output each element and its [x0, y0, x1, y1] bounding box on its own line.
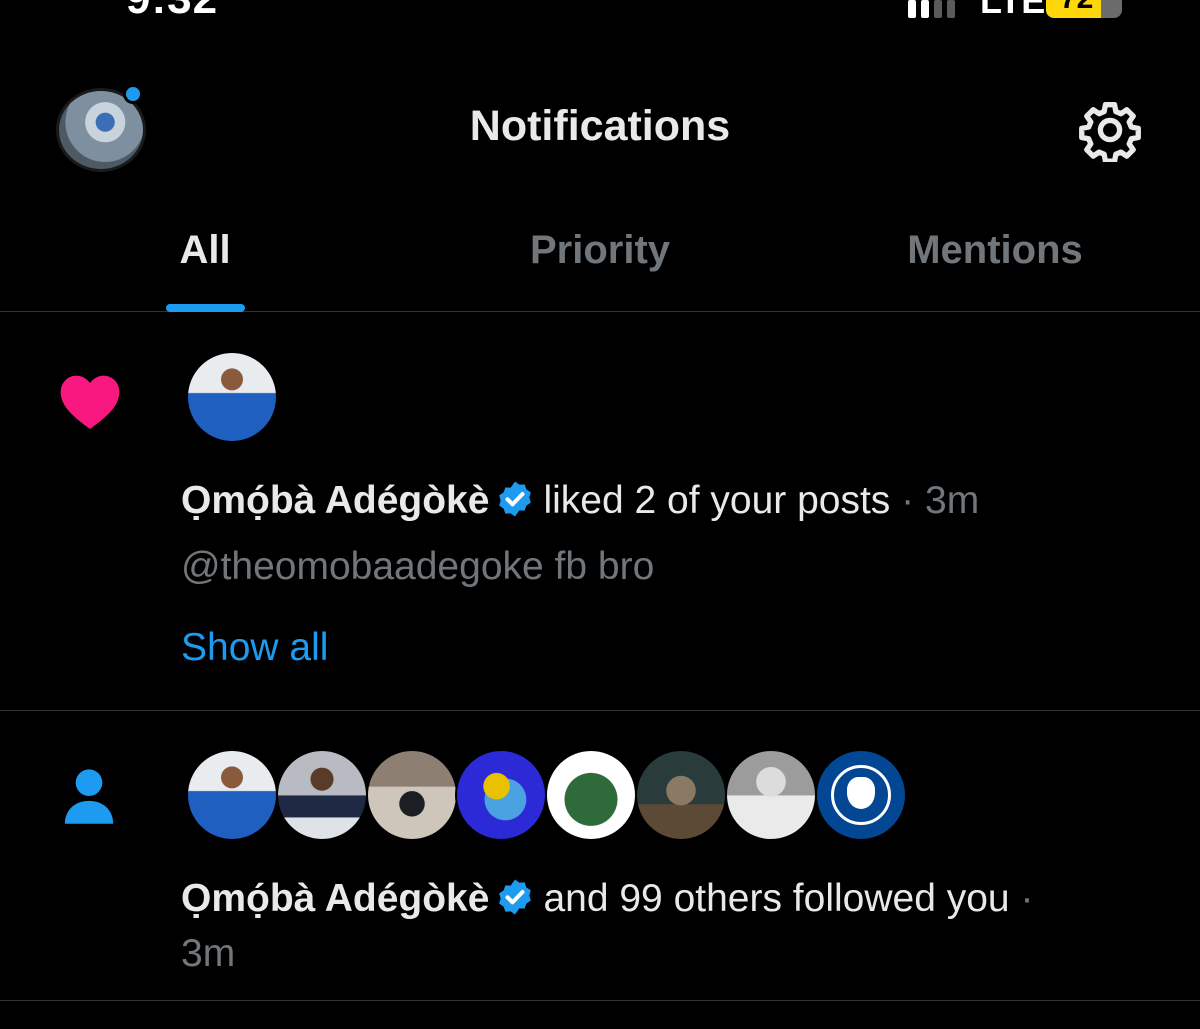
notification-action: liked 2 of your posts [543, 479, 891, 522]
avatar[interactable] [186, 351, 278, 443]
post-snippet: @theomobaadegoke fb bro [181, 545, 655, 588]
person-icon [64, 769, 114, 824]
timestamp: 3m [181, 932, 236, 975]
follower-avatar[interactable] [366, 749, 458, 841]
verified-badge-icon [499, 481, 532, 517]
separator: · [1020, 877, 1034, 920]
heart-icon [60, 375, 120, 429]
status-bar: 9:32 LTE 72 [0, 0, 1200, 28]
page-title: Notifications [469, 102, 731, 150]
timestamp: 3m [925, 479, 980, 522]
tab-priority[interactable]: Priority [480, 228, 720, 273]
follower-avatar[interactable] [455, 749, 547, 841]
follower-avatar[interactable] [725, 749, 817, 841]
network-label: LTE [980, 0, 1046, 21]
gear-icon[interactable] [1078, 98, 1142, 162]
tab-mentions[interactable]: Mentions [850, 228, 1140, 273]
follower-avatar[interactable] [186, 749, 278, 841]
battery-icon: 72 [1046, 0, 1122, 18]
follower-avatar[interactable] [545, 749, 637, 841]
verified-badge-icon [499, 879, 532, 915]
follower-avatar[interactable] [276, 749, 368, 841]
user-name[interactable]: Ọmọ́bà Adégòkè [181, 479, 489, 522]
show-all-link[interactable]: Show all [181, 626, 328, 670]
unread-dot [123, 84, 143, 104]
notification-text: Ọmọ́bà Adégòkè and 99 others followed you… [181, 877, 1033, 921]
tab-bar: All Priority Mentions [0, 212, 1200, 312]
lion-icon [847, 777, 875, 809]
signal-icon [908, 0, 955, 18]
header: Notifications [0, 80, 1200, 180]
follower-avatar[interactable] [815, 749, 907, 841]
notification-text: Ọmọ́bà Adégòkè liked 2 of your posts · 3m [181, 479, 979, 523]
status-time: 9:32 [126, 0, 218, 24]
notification-like[interactable]: Ọmọ́bà Adégòkè liked 2 of your posts · 3m… [0, 313, 1200, 711]
tab-all[interactable]: All [165, 228, 245, 273]
notification-action: and 99 others followed you [543, 877, 1010, 920]
separator: · [901, 479, 915, 522]
follower-avatar[interactable] [635, 749, 727, 841]
active-tab-indicator [166, 304, 245, 312]
user-name[interactable]: Ọmọ́bà Adégòkè [181, 877, 489, 920]
battery-level: 72 [1060, 0, 1093, 16]
notification-follow[interactable]: Ọmọ́bà Adégòkè and 99 others followed you… [0, 711, 1200, 1001]
